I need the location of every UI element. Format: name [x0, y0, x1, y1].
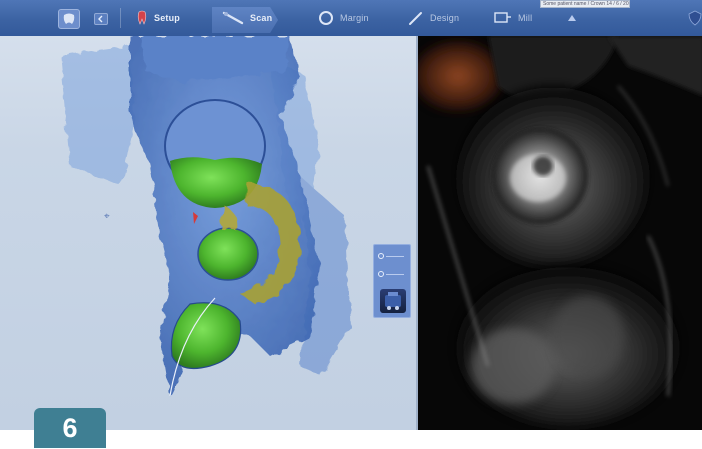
option-label-line: [386, 273, 404, 275]
margin-ring-icon: [319, 11, 333, 25]
tool-option-1[interactable]: [378, 249, 406, 263]
scanner-device-graphic: [385, 292, 401, 310]
tooth-icon: [137, 10, 147, 25]
step-margin-label: Margin: [340, 13, 369, 23]
tool-option-2[interactable]: [378, 267, 406, 281]
3d-scan-viewport[interactable]: ⌖: [0, 36, 416, 430]
intraoral-camera-image: [418, 36, 702, 430]
scan-model-graphic: [60, 36, 350, 397]
step-design-label: Design: [430, 13, 460, 23]
scanning-software-screen: Setup Scan Margin Design Mill Some patie…: [0, 0, 702, 430]
toolbar-divider: [120, 8, 121, 28]
scanner-device-icon[interactable]: [380, 289, 406, 313]
radio-icon: [378, 253, 384, 259]
step-setup[interactable]: Setup: [136, 0, 180, 36]
case-info-field[interactable]: Some patient name / Crown 14 / 6 / 2022: [540, 0, 630, 8]
crosshair-icon: ⌖: [104, 211, 110, 222]
scanner-wand-icon: [222, 11, 244, 25]
chevron-left-icon: [98, 15, 103, 23]
next-button[interactable]: [566, 0, 578, 36]
pen-icon: [409, 12, 422, 25]
step-design[interactable]: Design: [408, 0, 459, 36]
radio-icon: [378, 271, 384, 277]
help-button[interactable]: [688, 0, 702, 36]
live-camera-view: [416, 36, 702, 430]
figure-number-badge: 6: [34, 408, 106, 448]
option-label-line: [386, 255, 404, 257]
shield-icon: [688, 10, 702, 26]
step-mill-label: Mill: [518, 13, 533, 23]
step-margin[interactable]: Margin: [318, 0, 369, 36]
step-scan-label: Scan: [250, 13, 273, 23]
step-setup-label: Setup: [154, 13, 181, 23]
triangle-up-icon: [568, 15, 576, 21]
home-tooth-icon: [63, 13, 75, 24]
mill-icon: [494, 12, 511, 23]
home-button[interactable]: [58, 9, 80, 29]
back-button[interactable]: [94, 13, 108, 25]
step-mill[interactable]: Mill: [494, 0, 532, 36]
step-scan[interactable]: Scan: [222, 0, 272, 36]
workflow-toolbar: Setup Scan Margin Design Mill Some patie…: [0, 0, 702, 36]
scan-tool-panel: [373, 244, 411, 318]
